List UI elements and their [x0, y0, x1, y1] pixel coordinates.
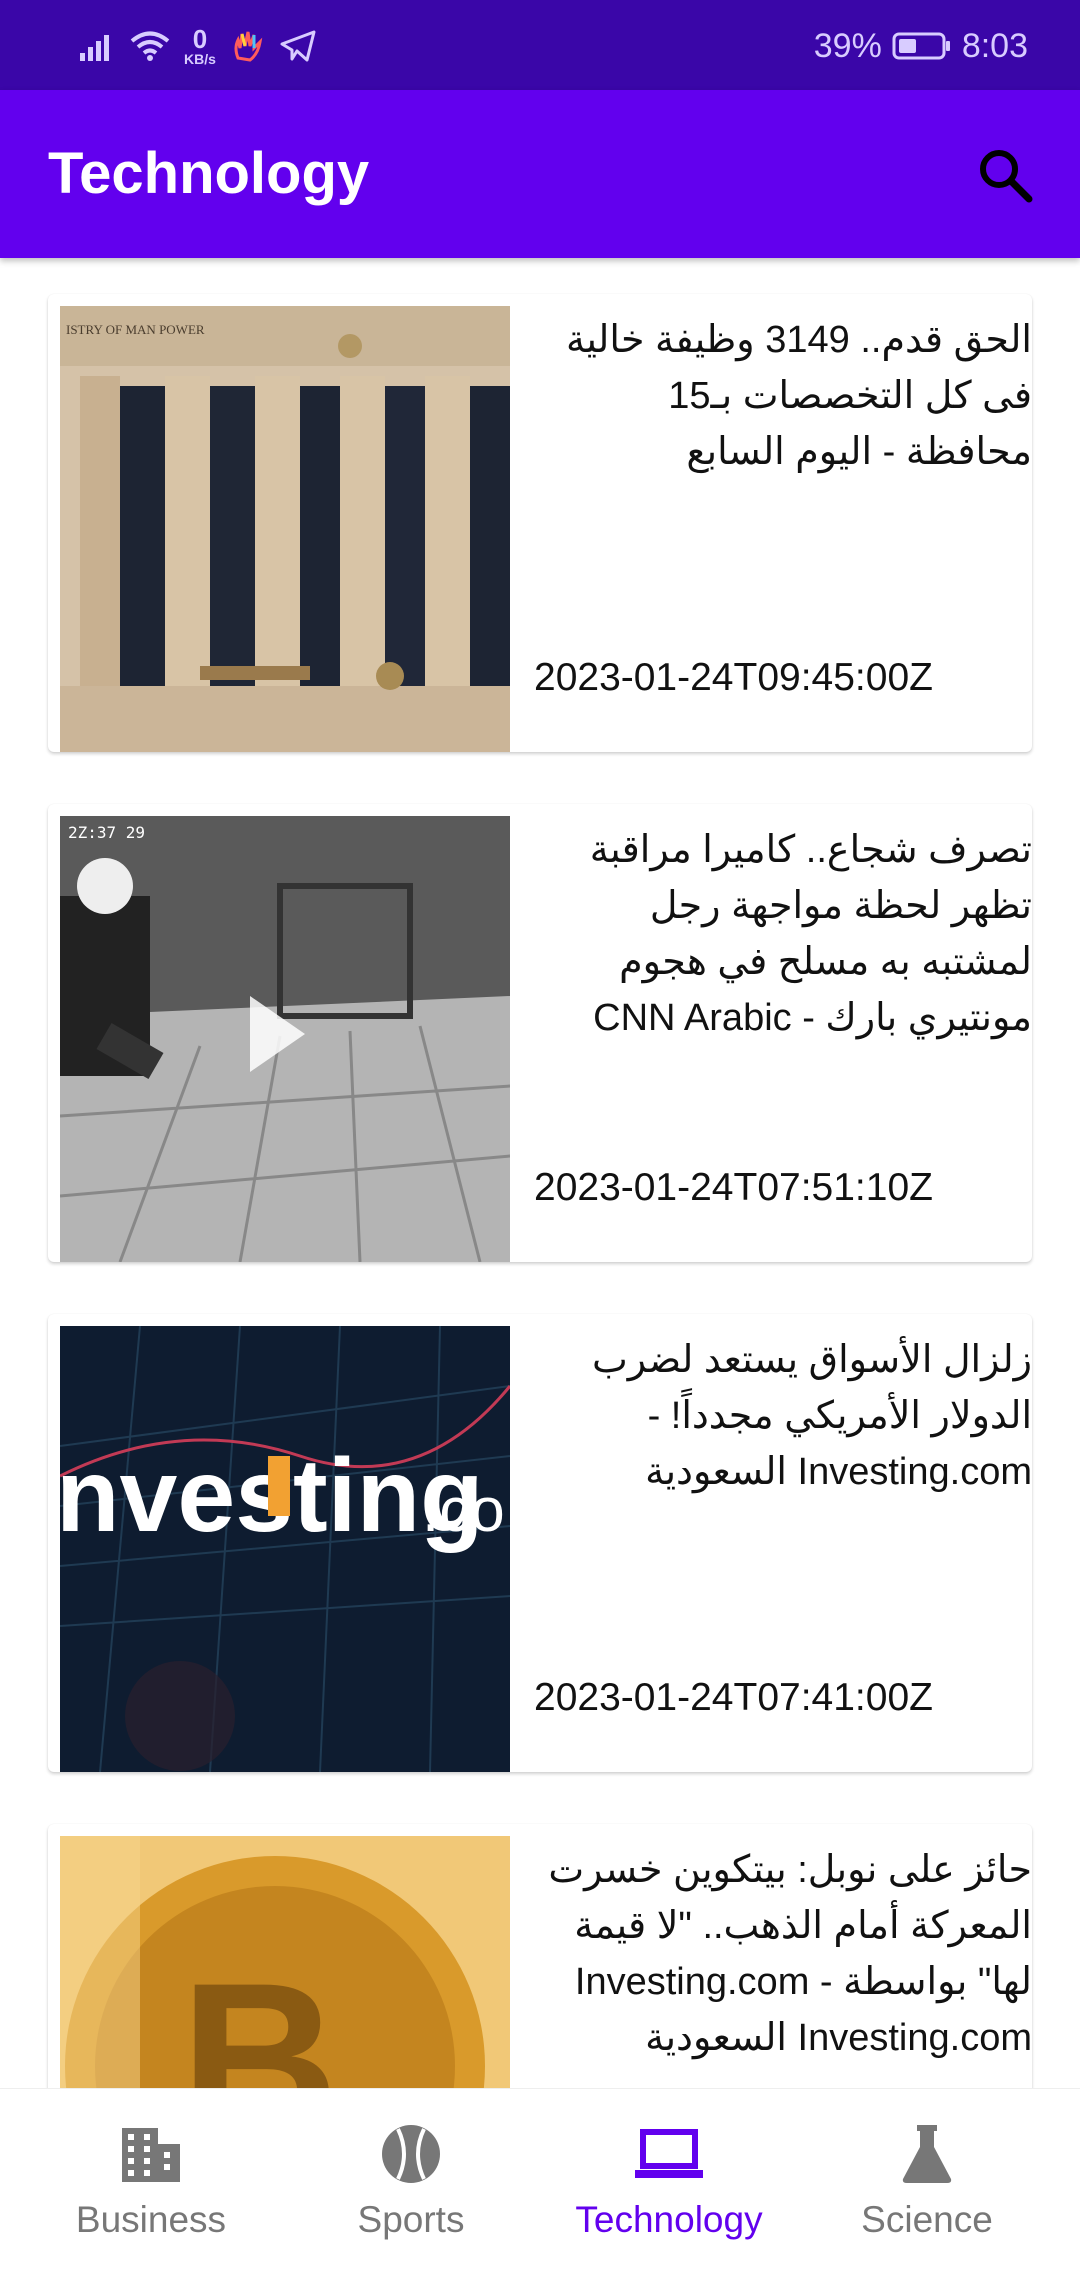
ball-icon: [380, 2119, 442, 2189]
news-date: 2023-01-24T09:45:00Z: [534, 656, 933, 699]
news-feed[interactable]: ISTRY OF MAN POWER الحق قدم.. 3149 وظيفة…: [0, 258, 1080, 2088]
news-headline: زلزال الأسواق يستعد لضرب الدولار الأمريك…: [592, 1339, 1032, 1493]
news-headline: حائز على نوبل: بيتكوين خسرت المعركة أمام…: [548, 1849, 1032, 2059]
clock: 8:03: [961, 26, 1028, 65]
wifi-icon: [130, 31, 170, 61]
page-title: Technology: [48, 141, 370, 206]
data-speed-unit: KB/s: [184, 51, 216, 67]
status-bar: 0 KB/s 39% 8:03: [0, 0, 1080, 90]
nav-item-science[interactable]: Science: [792, 2089, 1062, 2281]
thumbnail-caption: ISTRY OF MAN POWER: [66, 322, 205, 337]
thumbnail-caption-suffix: .co: [422, 1476, 505, 1545]
news-date: 2023-01-24T07:41:00Z: [534, 1676, 933, 1719]
battery-percent: 39%: [813, 26, 882, 65]
news-thumbnail: B: [60, 1836, 510, 2088]
news-thumbnail: nvesting .co: [60, 1326, 510, 1772]
news-card[interactable]: B حائز على نوبل: بيتكوين خسرت المعركة أم…: [48, 1824, 1032, 2088]
news-headline: تصرف شجاع.. كاميرا مراقبة تظهر لحظة مواج…: [589, 829, 1032, 1039]
news-thumbnail: ISTRY OF MAN POWER: [60, 306, 510, 752]
status-icons-right: 39% 8:03: [814, 22, 1028, 70]
news-card[interactable]: 2Z:37 29 تصرف شجاع.. كاميرا مراقبة تظهر …: [48, 804, 1032, 1262]
bottom-navigation: Business Sports Technology Science: [0, 2088, 1080, 2281]
nav-item-technology[interactable]: Technology: [534, 2089, 804, 2281]
battery-icon: [892, 32, 950, 60]
laptop-icon: [633, 2119, 705, 2189]
bitcoin-logo: B: [180, 1937, 339, 2088]
thumbnail-caption: 2Z:37 29: [68, 823, 145, 842]
nav-label: Science: [861, 2199, 993, 2240]
flask-icon: [899, 2119, 955, 2189]
nav-label: Sports: [357, 2199, 465, 2240]
news-headline: الحق قدم.. 3149 وظيفة خالية فى كل التخصص…: [565, 319, 1032, 473]
building-icon: [118, 2119, 184, 2189]
news-card[interactable]: nvesting .co زلزال الأسواق يستعد لضرب ال…: [48, 1314, 1032, 1772]
news-date: 2023-01-24T07:51:10Z: [534, 1166, 933, 1209]
nav-item-business[interactable]: Business: [16, 2089, 286, 2281]
news-thumbnail: 2Z:37 29: [60, 816, 510, 1262]
status-icons-left: 0 KB/s: [78, 22, 316, 70]
news-card[interactable]: ISTRY OF MAN POWER الحق قدم.. 3149 وظيفة…: [48, 294, 1032, 752]
nav-item-sports[interactable]: Sports: [276, 2089, 546, 2281]
nav-label: Technology: [575, 2199, 763, 2240]
search-icon: [980, 150, 1033, 203]
nav-label: Business: [75, 2199, 227, 2240]
search-button[interactable]: [970, 140, 1040, 210]
telegram-icon: [280, 30, 316, 62]
signal-icon: [80, 35, 109, 61]
hand-icon: [234, 31, 263, 62]
data-speed-value: 0: [192, 24, 208, 54]
data-speed-indicator: 0 KB/s: [184, 26, 216, 66]
app-bar: Technology: [0, 90, 1080, 258]
